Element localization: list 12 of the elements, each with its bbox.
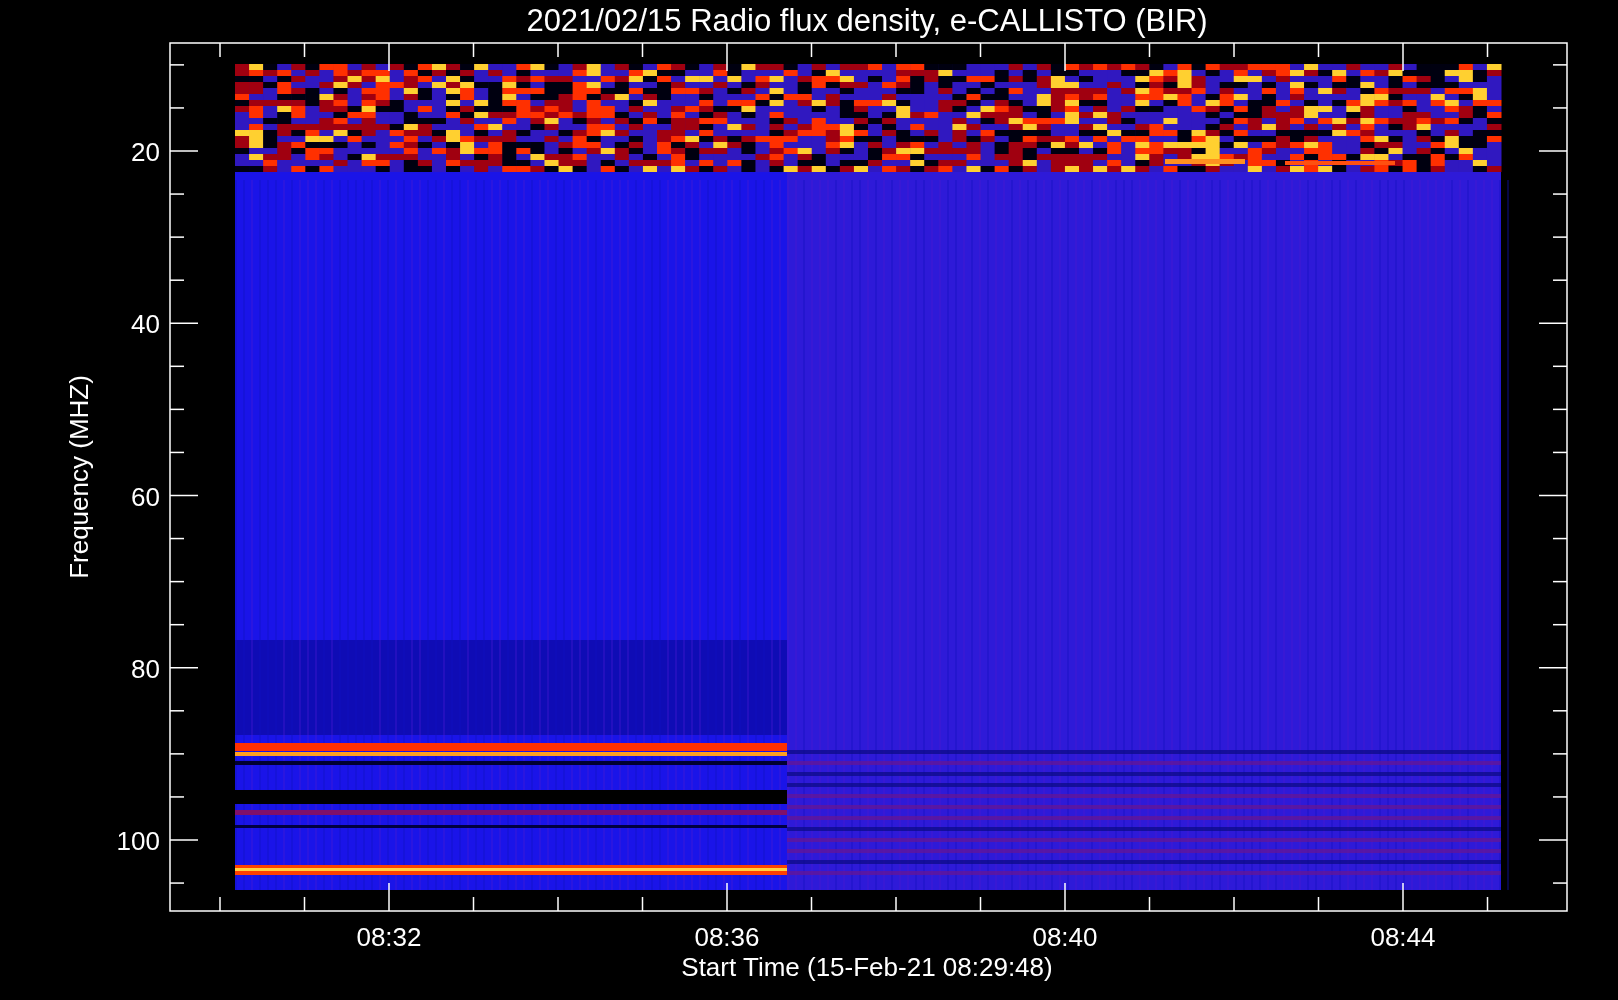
x-axis-label: Start Time (15-Feb-21 08:29:48) <box>681 952 1053 982</box>
y-tick-label: 60 <box>131 481 160 512</box>
x-tick-label: 08:36 <box>694 922 760 952</box>
x-tick-label: 08:40 <box>1032 922 1098 952</box>
y-tick-label: 100 <box>116 826 160 856</box>
y-tick-label: 40 <box>131 309 160 340</box>
y-tick-label: 20 <box>131 137 160 167</box>
plot-title: 2021/02/15 Radio flux density, e-CALLISTO (BIR) <box>526 3 1208 38</box>
x-tick-label: 08:44 <box>1370 922 1436 952</box>
y-tick-label: 80 <box>131 653 160 684</box>
x-tick-label: 08:32 <box>356 922 422 952</box>
y-axis-label: Frequency (MHZ) <box>64 375 94 579</box>
